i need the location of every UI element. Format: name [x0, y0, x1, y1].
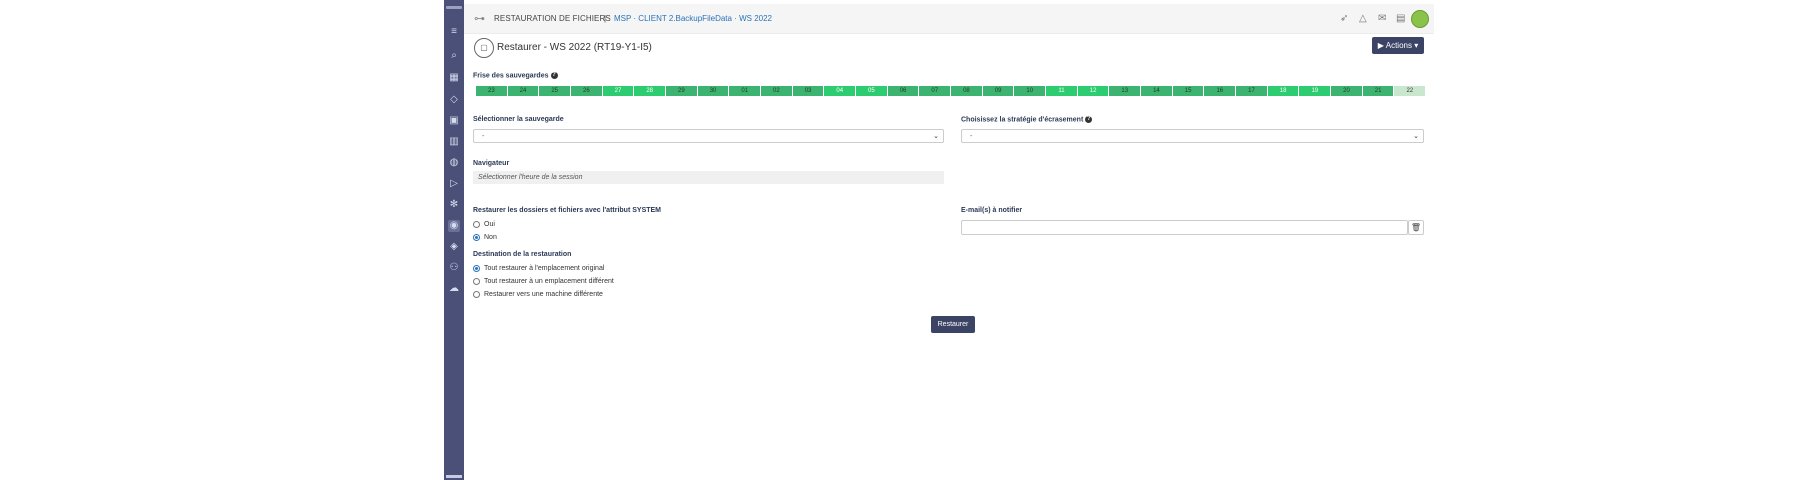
play-icon[interactable]: ▷ [448, 178, 460, 190]
timeline-day[interactable]: 16 [1204, 86, 1236, 96]
app-icon: ⊶ [474, 13, 485, 25]
breadcrumb[interactable]: MSP · CLIENT 2.BackupFileData · WS 2022 [614, 14, 772, 23]
radio-dot[interactable] [473, 278, 480, 285]
logo [446, 6, 462, 9]
main-panel: ⊶ RESTAURATION DE FICHIERS | MSP · CLIEN… [464, 0, 1434, 480]
palette-icon[interactable]: ◍ [448, 157, 460, 169]
timeline-day[interactable]: 08 [951, 86, 982, 96]
timeline-day[interactable]: 10 [1014, 86, 1046, 96]
navigator-label: Navigateur [473, 160, 510, 167]
timeline-day[interactable]: 07 [919, 86, 951, 96]
shield-icon[interactable]: ◈ [448, 241, 460, 253]
backup-select-value: - [482, 133, 485, 140]
search-icon[interactable]: ⌕ [448, 50, 460, 62]
timeline-day[interactable]: 25 [539, 86, 571, 96]
radio-system-yes[interactable]: Oui [473, 221, 495, 228]
chevron-down-icon: ⌄ [1413, 133, 1419, 140]
backup-select[interactable]: - ⌄ [473, 129, 944, 143]
radio-dot-checked[interactable] [473, 265, 480, 272]
timeline-day[interactable]: 29 [666, 86, 697, 96]
timeline-day[interactable]: 15 [1172, 86, 1204, 96]
email-label: E-mail(s) à notifier [961, 207, 1023, 214]
email-field[interactable] [961, 220, 1408, 235]
timeline-day[interactable]: 28 [634, 86, 666, 96]
strategy-select-value: - [970, 133, 973, 140]
timeline-day[interactable]: 12 [1077, 86, 1109, 96]
timeline-day[interactable]: 11 [1046, 86, 1077, 96]
restore-page-icon: ▢ [474, 38, 494, 58]
timeline-day[interactable]: 06 [887, 86, 919, 96]
radio-label: Tout restaurer à un emplacement différen… [484, 278, 614, 285]
timeline-label: Frise des sauvegardes? [473, 72, 558, 80]
chart-icon[interactable]: ▥ [448, 136, 460, 148]
avatar[interactable] [1411, 10, 1429, 28]
timeline-day[interactable]: 03 [792, 86, 824, 96]
timeline-day[interactable]: 19 [1299, 86, 1331, 96]
radio-dest-machine[interactable]: Restaurer vers une machine différente [473, 291, 603, 298]
timeline-day[interactable]: 20 [1331, 86, 1362, 96]
tag-icon[interactable]: ◇ [448, 94, 460, 106]
timeline-day[interactable]: 24 [507, 86, 539, 96]
users-icon[interactable]: ⚇ [448, 262, 460, 274]
cloud-icon[interactable]: ☁ [448, 283, 460, 295]
help-icon[interactable]: ? [1085, 116, 1093, 123]
rocket-icon[interactable]: ➶ [1340, 13, 1348, 24]
strategy-select[interactable]: - ⌄ [961, 129, 1424, 143]
sidebar: ≡ ⌕ ▦ ◇ ▣ ▥ ◍ ▷ ✻ ◉ ◈ ⚇ ☁ [444, 0, 464, 480]
document-icon[interactable]: ▤ [1396, 13, 1405, 24]
menu-icon[interactable]: ≡ [448, 26, 460, 38]
trash-icon[interactable]: 🗑 [1408, 220, 1424, 235]
sidebar-footer [446, 475, 462, 478]
timeline-day[interactable]: 14 [1141, 86, 1172, 96]
radio-dot[interactable] [473, 291, 480, 298]
chat-icon[interactable]: ✉ [1378, 13, 1386, 24]
timeline-day[interactable]: 30 [697, 86, 729, 96]
radio-dest-different[interactable]: Tout restaurer à un emplacement différen… [473, 278, 614, 285]
radio-system-no[interactable]: Non [473, 234, 497, 241]
radio-dot[interactable] [473, 221, 480, 228]
restore-icon[interactable]: ◉ [448, 220, 460, 232]
radio-label: Tout restaurer à l'emplacement original [484, 265, 605, 272]
actions-button[interactable]: ▶ Actions ▾ [1372, 37, 1424, 54]
timeline-day[interactable]: 09 [982, 86, 1014, 96]
radio-dot-checked[interactable] [473, 234, 480, 241]
timeline-day[interactable]: 02 [761, 86, 792, 96]
timeline-day[interactable]: 21 [1362, 86, 1394, 96]
timeline-day[interactable]: 23 [476, 86, 507, 96]
timeline-day[interactable]: 26 [571, 86, 602, 96]
restore-button[interactable]: Restaurer [931, 316, 975, 333]
timeline-day[interactable]: 22 [1394, 86, 1426, 96]
chevron-down-icon: ⌄ [933, 133, 939, 140]
help-icon[interactable]: ? [550, 72, 558, 79]
timeline-day[interactable]: 27 [602, 86, 634, 96]
backup-select-label: Sélectionner la sauvegarde [473, 116, 564, 123]
title-separator: | [604, 14, 607, 23]
timeline-day[interactable]: 01 [729, 86, 761, 96]
timeline-day[interactable]: 17 [1236, 86, 1267, 96]
destination-label: Destination de la restauration [473, 251, 572, 258]
timeline-day[interactable]: 04 [824, 86, 856, 96]
system-attr-label: Restaurer les dossiers et fichiers avec … [473, 207, 662, 214]
timeline-day[interactable]: 18 [1267, 86, 1299, 96]
strategy-select-label: Choisissez la stratégie d'écrasement? [961, 116, 1093, 124]
image-icon[interactable]: ▣ [448, 115, 460, 127]
top-bar: ⊶ RESTAURATION DE FICHIERS | MSP · CLIEN… [464, 4, 1434, 34]
radio-dest-original[interactable]: Tout restaurer à l'emplacement original [473, 265, 604, 272]
timeline-day[interactable]: 13 [1109, 86, 1141, 96]
radio-label: Restaurer vers une machine différente [484, 291, 603, 298]
grid-icon[interactable]: ▦ [448, 72, 460, 84]
radio-label: Non [484, 234, 497, 241]
gear-icon[interactable]: ✻ [448, 199, 460, 211]
app-title: RESTAURATION DE FICHIERS [494, 14, 611, 23]
session-time-picker[interactable]: Sélectionner l'heure de la session [473, 171, 944, 184]
radio-label: Oui [484, 221, 495, 228]
backup-timeline: 23 24 25 26 27 28 29 30 01 02 03 04 05 06 07 08 09 10 11 12… [476, 86, 1426, 96]
network-icon[interactable]: △ [1359, 13, 1367, 24]
timeline-day[interactable]: 05 [856, 86, 887, 96]
page-title: Restaurer - WS 2022 (RT19-Y1-I5) [497, 42, 652, 53]
